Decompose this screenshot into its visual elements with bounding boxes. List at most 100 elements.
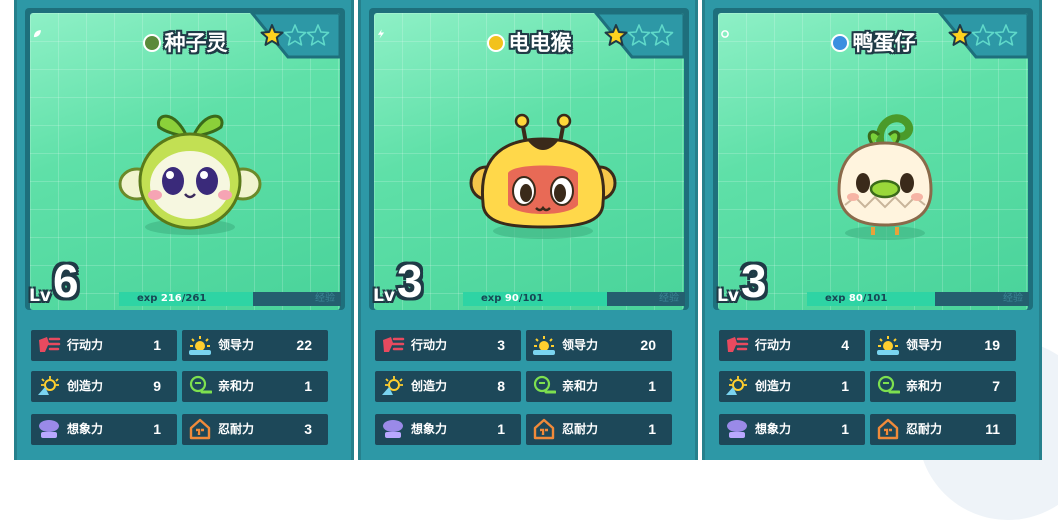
electric-monkey-creature	[469, 113, 617, 239]
exp-label: exp	[481, 293, 502, 304]
endurance-icon	[188, 418, 212, 440]
star-rating	[604, 23, 676, 49]
stat-row: 创造力 9	[31, 371, 177, 402]
stat-value: 3	[304, 421, 312, 437]
star-empty-icon	[971, 24, 995, 46]
stat-label: 忍耐力	[562, 422, 599, 436]
stat-label: 创造力	[755, 379, 792, 393]
level-number: 3	[741, 255, 767, 307]
stat-label: 行动力	[755, 338, 792, 352]
exp-tag: 经验	[1003, 293, 1023, 304]
stat-label: 亲和力	[562, 379, 599, 393]
creativity-icon	[725, 375, 749, 397]
stat-row: 亲和力 1	[526, 371, 672, 402]
level-label: Lv	[373, 286, 395, 306]
electric-monkey[interactable]	[468, 113, 618, 247]
action-icon	[725, 334, 749, 356]
action-icon	[381, 334, 405, 356]
name-banner: 种子灵	[30, 13, 340, 73]
pet-card[interactable]: 电电猴 Lv 3 exp 90/101 经验 行动力 3 领导力 20 创造力 8 亲和力 1 想象力 1 忍…	[358, 0, 698, 460]
star-filled-icon	[948, 24, 972, 46]
stat-value: 1	[648, 421, 656, 437]
pet-name-text: 种子灵	[164, 31, 228, 55]
stat-row: 亲和力 7	[870, 371, 1016, 402]
stat-value: 4	[841, 337, 849, 353]
creativity-icon	[37, 375, 61, 397]
affinity-icon	[876, 375, 901, 397]
exp-text: exp 80/101	[825, 292, 887, 306]
star-rating	[260, 23, 332, 49]
stat-label: 忍耐力	[906, 422, 943, 436]
stat-label: 领导力	[218, 338, 255, 352]
exp-text: exp 90/101	[481, 292, 543, 306]
seed-sprite[interactable]	[115, 99, 265, 243]
stat-row: 创造力 8	[375, 371, 521, 402]
exp-bar: exp 216/261 经验	[119, 292, 341, 306]
imagination-icon	[381, 418, 405, 440]
stat-row: 行动力 1	[31, 330, 177, 361]
exp-max: /101	[862, 293, 888, 304]
leadership-icon	[876, 334, 900, 356]
stat-row: 创造力 1	[719, 371, 865, 402]
endurance-icon	[876, 418, 900, 440]
stat-row: 领导力 20	[526, 330, 672, 361]
star-empty-icon	[994, 24, 1018, 46]
stat-label: 领导力	[562, 338, 599, 352]
stat-row: 领导力 22	[182, 330, 328, 361]
leadership-icon	[532, 334, 556, 356]
stat-value: 1	[841, 421, 849, 437]
stat-label: 创造力	[67, 379, 104, 393]
level-number: 3	[397, 255, 423, 307]
exp-max: /101	[518, 293, 544, 304]
imagination-icon	[725, 418, 749, 440]
stat-label: 创造力	[411, 379, 448, 393]
exp-max: /261	[181, 293, 207, 304]
exp-current: 90	[504, 293, 519, 304]
pet-name-text: 鸭蛋仔	[852, 31, 916, 55]
name-banner: 鸭蛋仔	[718, 13, 1028, 73]
stat-value: 20	[640, 337, 656, 353]
endurance-icon	[532, 418, 556, 440]
affinity-icon	[188, 375, 213, 397]
stat-label: 行动力	[67, 338, 104, 352]
stat-label: 亲和力	[906, 379, 943, 393]
egg-duck[interactable]	[825, 105, 945, 249]
stat-label: 领导力	[906, 338, 943, 352]
stat-value: 1	[304, 378, 312, 394]
affinity-icon	[532, 375, 557, 397]
stat-row: 忍耐力 1	[526, 414, 672, 445]
stat-value: 1	[153, 337, 161, 353]
leadership-icon	[188, 334, 212, 356]
star-rating	[948, 23, 1020, 49]
name-banner: 电电猴	[374, 13, 684, 73]
star-empty-icon	[627, 24, 651, 46]
stat-value: 1	[841, 378, 849, 394]
exp-current: 80	[848, 293, 863, 304]
stat-row: 领导力 19	[870, 330, 1016, 361]
stat-value: 7	[992, 378, 1000, 394]
stat-row: 忍耐力 11	[870, 414, 1016, 445]
stat-label: 想象力	[411, 422, 448, 436]
stat-value: 19	[984, 337, 1000, 353]
stat-row: 忍耐力 3	[182, 414, 328, 445]
star-filled-icon	[260, 24, 284, 46]
exp-tag: 经验	[315, 293, 335, 304]
stat-value: 8	[497, 378, 505, 394]
stat-label: 忍耐力	[218, 422, 255, 436]
stat-row: 行动力 4	[719, 330, 865, 361]
exp-bar: exp 90/101 经验	[463, 292, 685, 306]
action-icon	[37, 334, 61, 356]
stat-row: 想象力 1	[375, 414, 521, 445]
stat-value: 1	[648, 378, 656, 394]
stat-row: 想象力 1	[719, 414, 865, 445]
exp-label: exp	[137, 293, 158, 304]
water-type-icon	[721, 30, 849, 52]
level-label: Lv	[717, 286, 739, 306]
pet-card[interactable]: 鸭蛋仔 Lv 3 exp 80/101 经验 行动力 4 领导力 19 创造力 1 亲和力 7 想象力 1 忍…	[702, 0, 1042, 460]
pet-card[interactable]: 种子灵 Lv 6 exp 216/261 经验 行动力 1 领导力 22 创造力 9 亲和力 1 想象力 1…	[14, 0, 354, 460]
level-number: 6	[53, 255, 79, 307]
stat-row: 行动力 3	[375, 330, 521, 361]
exp-tag: 经验	[659, 293, 679, 304]
exp-text: exp 216/261	[137, 292, 206, 306]
star-empty-icon	[650, 24, 674, 46]
